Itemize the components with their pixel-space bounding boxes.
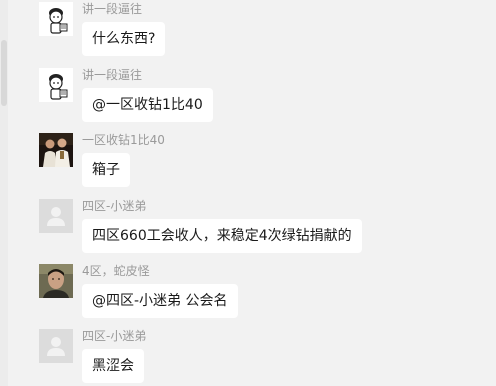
message-bubble[interactable]: 箱子: [82, 153, 130, 187]
sender-name: 四区-小迷弟: [82, 199, 147, 213]
sender-name: 4区，蛇皮怪: [82, 264, 150, 278]
scrollbar-thumb[interactable]: [1, 40, 7, 106]
scrollbar-track[interactable]: [0, 0, 8, 386]
message-bubble[interactable]: @四区-小迷弟 公会名: [82, 284, 238, 318]
sender-name: 讲一段逼往: [82, 2, 143, 16]
message-bubble[interactable]: 什么东西?: [82, 22, 166, 56]
message-bubble[interactable]: @一区收钻1比40: [82, 88, 213, 122]
cartoon-avatar[interactable]: [39, 68, 73, 102]
photo-man-avatar[interactable]: [39, 264, 73, 298]
sender-name: 讲一段逼往: [82, 68, 143, 82]
photo-two-people-avatar[interactable]: [39, 133, 73, 167]
sender-name: 四区-小迷弟: [82, 329, 147, 343]
message-bubble[interactable]: 黑涩会: [82, 349, 144, 383]
default-person-avatar[interactable]: [39, 199, 73, 233]
sender-name: 一区收钻1比40: [82, 133, 165, 147]
message-bubble[interactable]: 四区660工会收人，来稳定4次绿钻捐献的: [82, 219, 362, 253]
cartoon-avatar[interactable]: [39, 2, 73, 36]
default-person-avatar[interactable]: [39, 329, 73, 363]
